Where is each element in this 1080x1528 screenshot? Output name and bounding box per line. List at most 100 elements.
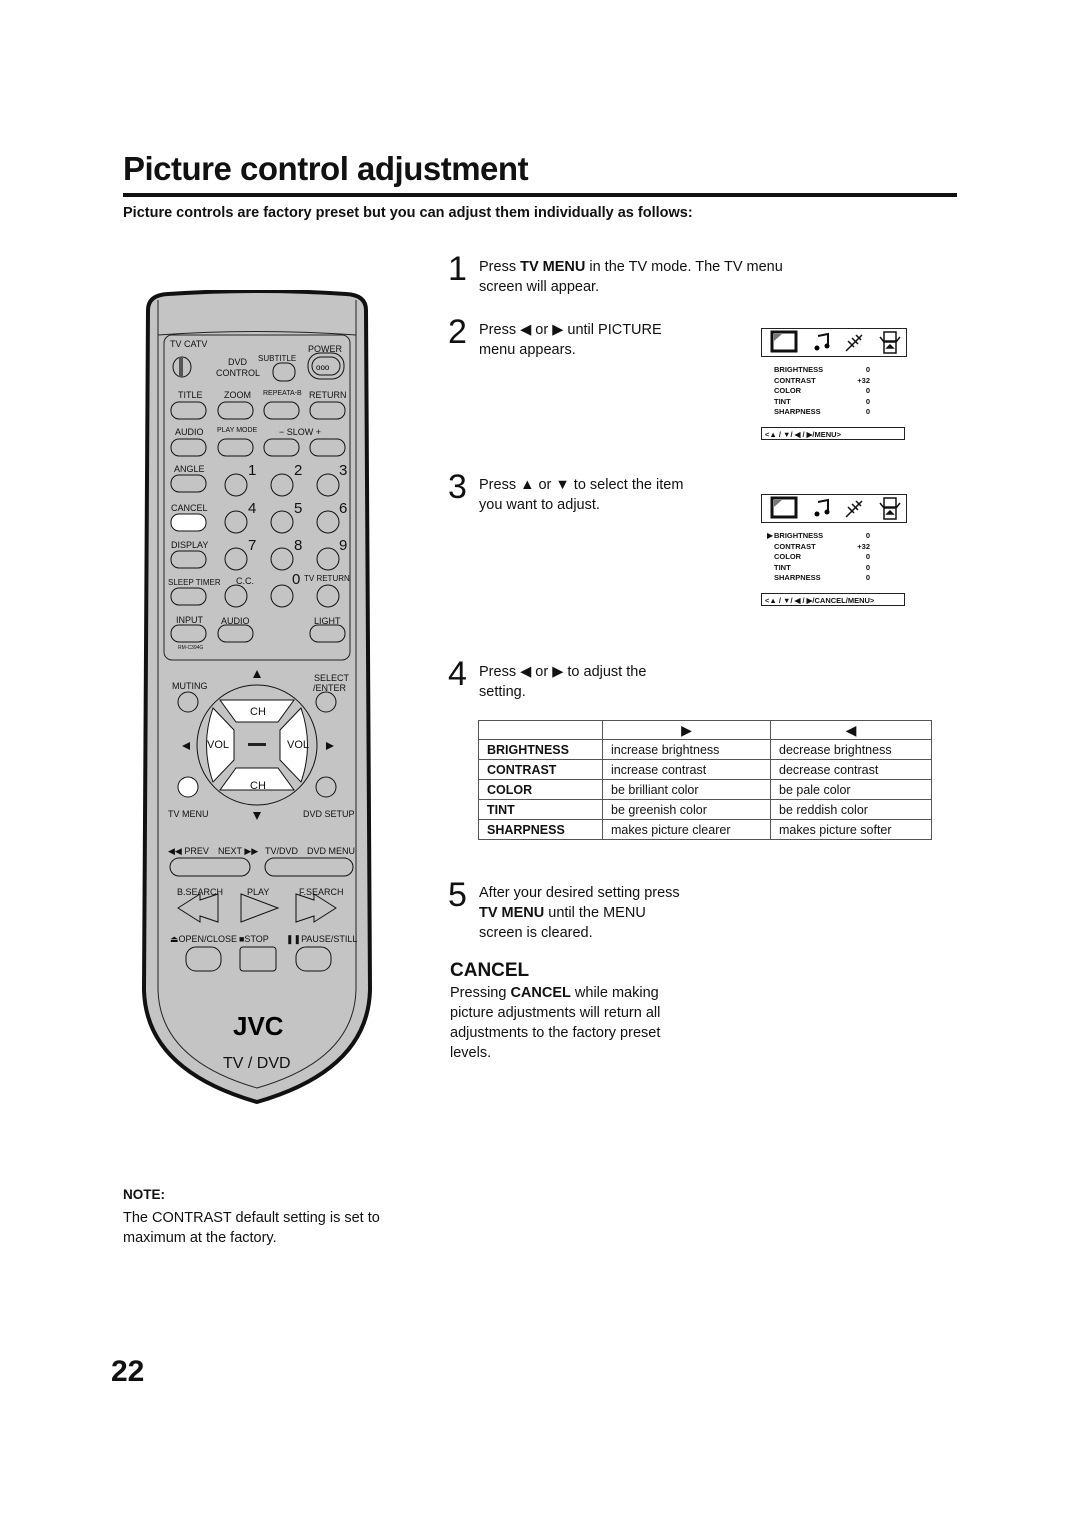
ch-up-button[interactable]: CH bbox=[250, 706, 266, 718]
step-text: screen will appear. bbox=[479, 279, 600, 295]
model-code: RM-C394G bbox=[178, 645, 204, 651]
menu-nav-hint: <▲ / ▼/ ◀ / ▶/CANCEL/MENU> bbox=[761, 593, 905, 606]
digit-2[interactable]: 2 bbox=[294, 462, 302, 479]
cell: decrease contrast bbox=[770, 759, 932, 780]
step-text: to select the item bbox=[569, 477, 684, 493]
step-text: or bbox=[531, 322, 553, 338]
f-search-button[interactable]: F.SEARCH bbox=[299, 887, 344, 897]
label-control: CONTROL bbox=[216, 368, 261, 378]
digit-5[interactable]: 5 bbox=[294, 500, 302, 517]
enter-label: /ENTER bbox=[313, 683, 347, 693]
menu-row-color[interactable]: COLOR 0 bbox=[774, 386, 870, 397]
vol-up-button[interactable]: VOL bbox=[287, 739, 309, 751]
digit-3[interactable]: 3 bbox=[339, 462, 347, 479]
step-text: Press bbox=[479, 322, 521, 338]
setup-icon bbox=[879, 331, 901, 354]
digit-7[interactable]: 7 bbox=[248, 537, 256, 554]
title-button[interactable]: TITLE bbox=[178, 390, 203, 400]
pause-still-button[interactable]: ❚❚PAUSE/STILL bbox=[286, 934, 357, 945]
play-mode-button[interactable]: PLAY MODE bbox=[217, 427, 257, 434]
play-button[interactable]: PLAY bbox=[247, 887, 269, 897]
menu-nav-hint: <▲ / ▼/ ◀ / ▶/MENU> bbox=[761, 427, 905, 440]
digit-8[interactable]: 8 bbox=[294, 537, 302, 554]
subtitle-button[interactable]: SUBTITLE bbox=[258, 354, 296, 363]
table-row: COLOR be brilliant color be pale color bbox=[478, 779, 932, 800]
b-search-button[interactable]: B.SEARCH bbox=[177, 887, 223, 897]
menu-items: BRIGHTNESS 0 CONTRAST +32 COLOR 0 TINT 0 SHA… bbox=[774, 531, 870, 584]
left-arrow-icon: ◀ bbox=[520, 664, 532, 680]
step-text: to adjust the bbox=[563, 664, 647, 680]
vol-down-button[interactable]: VOL bbox=[207, 739, 229, 751]
table-header: ▶ ◀ bbox=[478, 720, 932, 740]
menu-row-tint[interactable]: TINT 0 bbox=[774, 397, 870, 408]
step-text: you want to adjust. bbox=[479, 497, 600, 513]
ch-down-button[interactable]: CH bbox=[250, 780, 266, 792]
light-button[interactable]: LIGHT bbox=[314, 616, 341, 626]
angle-button[interactable]: ANGLE bbox=[174, 464, 205, 474]
step-bold: TV MENU bbox=[520, 259, 586, 275]
audio2-button[interactable]: AUDIO bbox=[221, 616, 250, 626]
stop-button[interactable]: ■STOP bbox=[239, 934, 269, 944]
row-label: COLOR bbox=[478, 779, 603, 800]
step-text: Press bbox=[479, 477, 521, 493]
menu-row-sharpness[interactable]: SHARPNESS 0 bbox=[774, 407, 870, 418]
cell: be pale color bbox=[770, 779, 932, 800]
cancel-text: Pressing CANCEL while making picture adj… bbox=[450, 985, 661, 1061]
row-label: BRIGHTNESS bbox=[478, 739, 603, 760]
prev-button[interactable]: ◀◀ PREV bbox=[168, 846, 209, 857]
step-number: 1 bbox=[448, 250, 467, 288]
menu-row-color[interactable]: COLOR 0 bbox=[774, 552, 870, 563]
menu-row-contrast[interactable]: CONTRAST +32 bbox=[774, 542, 870, 553]
tv-return-button[interactable]: TV RETURN bbox=[304, 574, 350, 583]
cancel-button[interactable]: CANCEL bbox=[171, 503, 208, 513]
step-text: Press bbox=[479, 259, 521, 275]
digit-4[interactable]: 4 bbox=[248, 500, 256, 517]
menu-icon-bar bbox=[761, 494, 907, 523]
cancel-heading: CANCEL bbox=[450, 960, 530, 981]
left-arrow-icon: ◀ bbox=[770, 720, 932, 740]
repeat-ab-button[interactable]: REPEATA-B bbox=[263, 390, 302, 397]
step-text: screen is cleared. bbox=[479, 925, 593, 941]
cc-button[interactable]: C.C. bbox=[236, 576, 254, 586]
digit-0[interactable]: 0 bbox=[292, 571, 300, 588]
display-button[interactable]: DISPLAY bbox=[171, 540, 208, 550]
select-label: SELECT bbox=[314, 673, 350, 683]
tv-dvd-button[interactable]: TV/DVD bbox=[265, 846, 298, 856]
next-button[interactable]: NEXT ▶▶ bbox=[218, 846, 258, 857]
row-label: CONTRAST bbox=[478, 759, 603, 780]
audio-button[interactable]: AUDIO bbox=[175, 427, 204, 437]
menu-row-sharpness[interactable]: SHARPNESS 0 bbox=[774, 573, 870, 584]
open-close-button[interactable]: ⏏OPEN/CLOSE bbox=[170, 934, 237, 945]
cell: be brilliant color bbox=[602, 779, 771, 800]
step-number: 5 bbox=[448, 876, 467, 914]
slow-button[interactable]: − SLOW + bbox=[279, 427, 321, 437]
dvd-setup-button[interactable]: DVD SETUP bbox=[303, 809, 355, 819]
return-button[interactable]: RETURN bbox=[309, 390, 347, 400]
antenna-icon bbox=[845, 334, 863, 352]
step-text: After your desired setting press bbox=[479, 885, 680, 901]
input-button[interactable]: INPUT bbox=[176, 615, 203, 625]
left-arrow-icon: ◀ bbox=[520, 322, 532, 338]
svg-text:ooo: ooo bbox=[316, 363, 330, 372]
digit-6[interactable]: 6 bbox=[339, 500, 347, 517]
power-button[interactable]: POWER bbox=[308, 344, 342, 354]
antenna-icon bbox=[845, 500, 863, 518]
sleep-timer-button[interactable]: SLEEP TIMER bbox=[168, 578, 221, 587]
cell: be greenish color bbox=[602, 799, 771, 820]
tv-menu-button[interactable]: TV MENU bbox=[168, 809, 209, 819]
step-text: Press bbox=[479, 664, 521, 680]
menu-row-contrast[interactable]: CONTRAST +32 bbox=[774, 376, 870, 387]
step-text: or bbox=[534, 477, 556, 493]
menu-row-tint[interactable]: TINT 0 bbox=[774, 563, 870, 574]
menu-row-brightness[interactable]: BRIGHTNESS 0 bbox=[774, 531, 870, 542]
right-arrow-icon: ▶ bbox=[602, 720, 771, 740]
picture-icon bbox=[770, 330, 798, 353]
digit-1[interactable]: 1 bbox=[248, 462, 256, 479]
muting-button[interactable]: MUTING bbox=[172, 681, 208, 691]
row-label: SHARPNESS bbox=[478, 819, 603, 840]
zoom-button[interactable]: ZOOM bbox=[224, 390, 251, 400]
menu-row-brightness[interactable]: BRIGHTNESS 0 bbox=[774, 365, 870, 376]
dvd-menu-button[interactable]: DVD MENU bbox=[307, 846, 355, 856]
note-text: The CONTRAST default setting is set to m… bbox=[123, 1210, 380, 1246]
digit-9[interactable]: 9 bbox=[339, 537, 347, 554]
